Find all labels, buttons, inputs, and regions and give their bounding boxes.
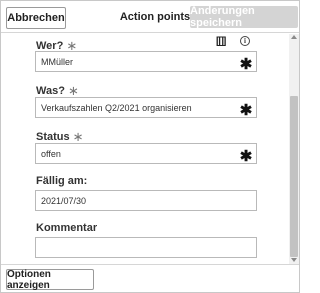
what-value: Verkaufszahlen Q2/2021 organisieren bbox=[41, 102, 192, 113]
due-date-label: Fällig am: bbox=[36, 175, 88, 187]
status-field[interactable]: offen ✱ bbox=[35, 143, 257, 165]
comment-field[interactable] bbox=[35, 237, 257, 258]
required-icon: ∗ bbox=[72, 129, 84, 144]
dialog-title: Action points bbox=[119, 11, 191, 23]
cancel-button[interactable]: Abbrechen bbox=[6, 7, 66, 29]
required-asterisk-icon: ✱ bbox=[239, 101, 253, 119]
required-asterisk-icon: ✱ bbox=[239, 55, 253, 73]
scrollbar[interactable] bbox=[289, 34, 299, 264]
show-options-button[interactable]: Optionen anzeigen bbox=[6, 269, 94, 291]
what-label-text: Was? bbox=[36, 85, 65, 97]
info-icon[interactable]: i bbox=[240, 36, 250, 46]
status-label-text: Status bbox=[36, 131, 70, 143]
required-asterisk-icon: ✱ bbox=[239, 147, 253, 165]
required-icon: ∗ bbox=[67, 83, 79, 98]
scroll-down-icon[interactable] bbox=[291, 258, 297, 262]
toolbar: Abbrechen Action points Änderungen speic… bbox=[1, 1, 299, 33]
scrollbar-thumb[interactable] bbox=[290, 96, 298, 257]
who-field[interactable]: MMüller ✱ bbox=[35, 51, 257, 73]
comment-label: Kommentar bbox=[36, 222, 98, 234]
due-date-field[interactable]: 2021/07/30 bbox=[35, 190, 257, 211]
what-field[interactable]: Verkaufszahlen Q2/2021 organisieren ✱ bbox=[35, 97, 257, 119]
what-label: Was? ∗ bbox=[36, 82, 79, 98]
due-date-value: 2021/07/30 bbox=[41, 195, 87, 206]
scroll-up-icon[interactable] bbox=[291, 35, 297, 39]
form-content: Wer? ∗ [[]] i MMüller ✱ Was? ∗ Verkaufszah… bbox=[1, 34, 289, 264]
action-points-dialog: Abbrechen Action points Änderungen speic… bbox=[0, 0, 300, 293]
save-changes-button[interactable]: Änderungen speichern bbox=[190, 5, 298, 29]
who-value: MMüller bbox=[41, 56, 74, 67]
bracket-icon[interactable]: [[]] bbox=[216, 36, 226, 47]
status-label: Status ∗ bbox=[36, 128, 84, 144]
footer: Optionen anzeigen bbox=[1, 264, 299, 292]
status-value: offen bbox=[41, 148, 61, 159]
